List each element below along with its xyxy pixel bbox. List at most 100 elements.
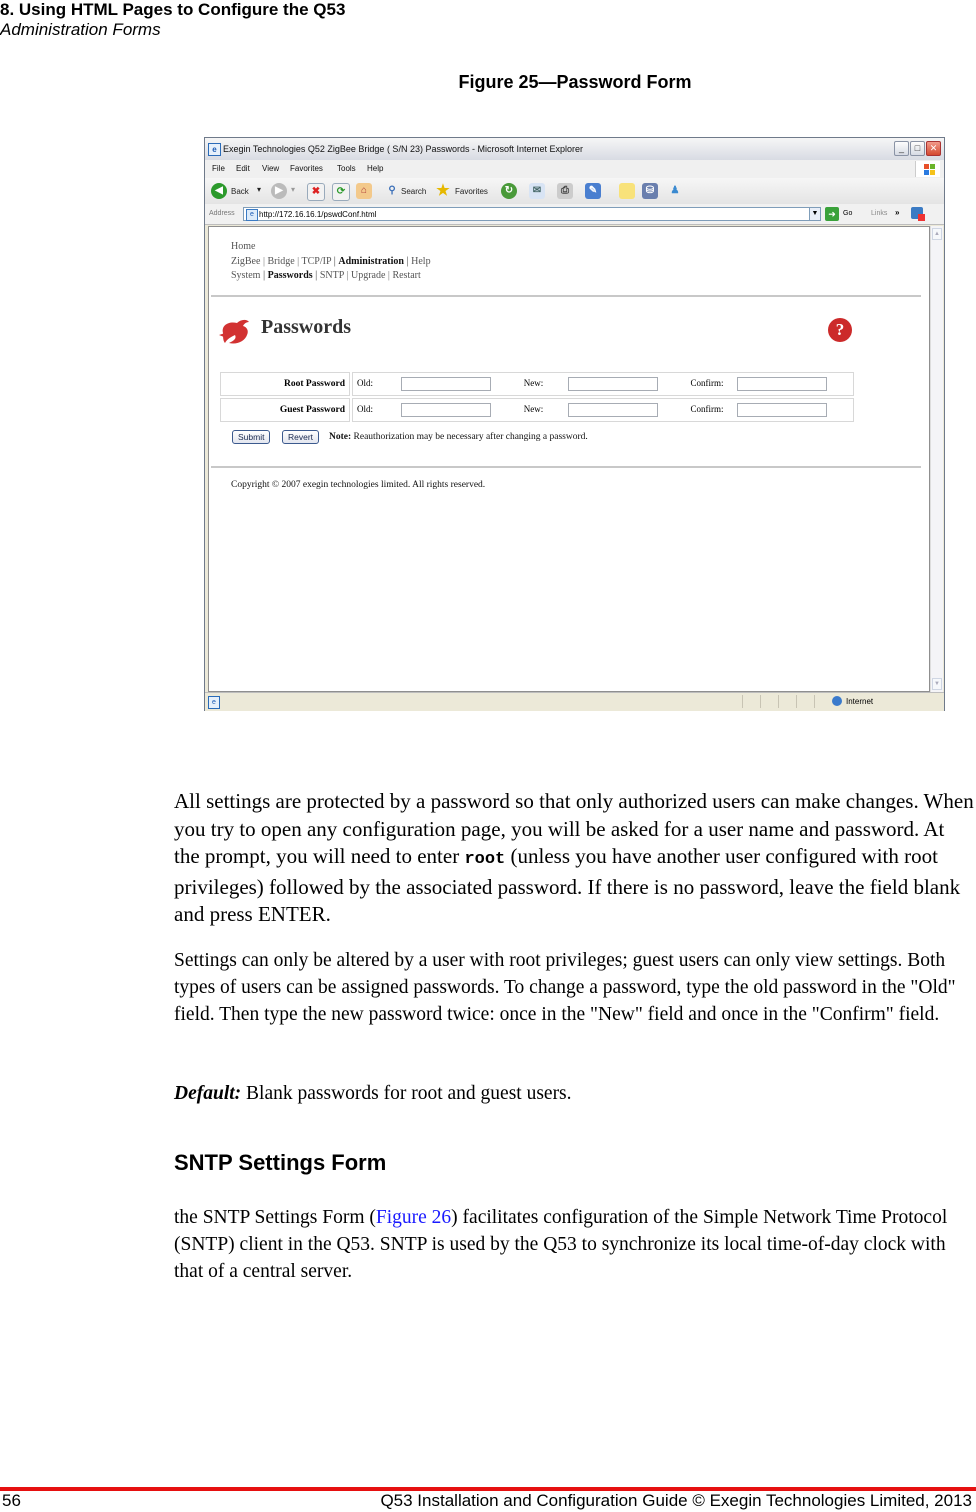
toolbar: ◀ Back ▾ ▶ ▾ ✖ ⟳ ⌂ ⚲ Search ★ Favorites … (205, 178, 944, 205)
window-title: Exegin Technologies Q52 ZigBee Bridge ( … (223, 144, 583, 154)
back-button-label[interactable]: Back (231, 187, 249, 196)
guest-confirm-password-input[interactable] (736, 403, 827, 417)
new-label: New: (523, 404, 544, 415)
section-heading: Administration Forms (0, 20, 161, 39)
refresh-icon[interactable]: ⟳ (332, 183, 350, 201)
nav-tcpip[interactable]: TCP/IP (302, 256, 332, 267)
guest-old-password-input[interactable] (401, 403, 492, 417)
nav-help[interactable]: Help (411, 256, 430, 267)
go-button[interactable]: Go (843, 210, 852, 217)
paragraph-sntp: the SNTP Settings Form (Figure 26) facil… (174, 1207, 948, 1282)
footer-text: Q53 Installation and Configuration Guide… (380, 1491, 972, 1510)
paragraph-password-intro: All settings are protected by a password… (174, 789, 974, 926)
menu-edit[interactable]: Edit (236, 164, 250, 173)
favorites-star-icon[interactable]: ★ (435, 183, 451, 199)
maximize-button[interactable]: □ (910, 141, 925, 156)
edit-icon[interactable]: ✎ (585, 183, 601, 199)
address-bar: Address e http://172.16.16.1/pswdConf.ht… (205, 204, 944, 225)
page-status-icon: e (208, 696, 220, 709)
confirm-label: Confirm: (690, 404, 724, 415)
menu-bar: File Edit View Favorites Tools Help (205, 160, 944, 179)
figure-26-link[interactable]: Figure 26 (376, 1207, 451, 1228)
address-dropdown-icon[interactable]: ▼ (809, 207, 821, 221)
menu-view[interactable]: View (262, 164, 279, 173)
url-text[interactable]: http://172.16.16.1/pswdConf.html (259, 210, 376, 219)
messenger-icon[interactable]: ♟ (667, 183, 683, 199)
row-label: Guest Password (220, 398, 350, 422)
nav-sntp[interactable]: SNTP (320, 270, 344, 281)
search-button-label[interactable]: Search (401, 187, 426, 196)
nav-passwords[interactable]: Passwords (268, 270, 313, 281)
address-input[interactable]: e http://172.16.16.1/pswdConf.html (243, 207, 821, 221)
old-label: Old: (357, 378, 374, 389)
default-label: Default: (174, 1083, 242, 1104)
browser-window: e Exegin Technologies Q52 ZigBee Bridge … (204, 137, 945, 711)
menu-file[interactable]: File (212, 164, 225, 173)
nav-home[interactable]: Home (231, 241, 255, 252)
research-icon[interactable]: ⛁ (642, 183, 658, 199)
favorites-button-label[interactable]: Favorites (455, 187, 488, 196)
address-label: Address (209, 210, 235, 217)
webpage-viewport: Home ZigBee | Bridge | TCP/IP | Administ… (208, 226, 930, 692)
nav-administration[interactable]: Administration (338, 256, 404, 267)
new-label: New: (523, 378, 544, 389)
back-dropdown-icon[interactable]: ▾ (257, 185, 261, 194)
nav-restart[interactable]: Restart (392, 270, 420, 281)
paragraph-password-change: Settings can only be altered by a user w… (174, 950, 956, 1025)
password-table: Root Password Old: New: Confirm: Guest P… (218, 370, 856, 424)
links-chevron-icon[interactable]: » (895, 208, 899, 217)
go-arrow-icon[interactable]: ➜ (825, 207, 839, 221)
home-icon[interactable]: ⌂ (356, 183, 372, 199)
note-text: Note: Reauthorization may be necessary a… (329, 432, 588, 442)
stop-icon[interactable]: ✖ (307, 183, 325, 201)
scroll-down-icon[interactable]: ▼ (932, 678, 942, 690)
help-icon[interactable]: ? (828, 318, 852, 342)
table-row: Root Password Old: New: Confirm: (220, 372, 854, 396)
back-arrow-icon[interactable]: ◀ (211, 183, 227, 199)
note-label: Note: (329, 432, 352, 442)
menu-tools[interactable]: Tools (337, 164, 356, 173)
ie-page-icon: e (208, 143, 221, 156)
root-old-password-input[interactable] (401, 377, 492, 391)
menu-favorites[interactable]: Favorites (290, 164, 323, 173)
nav-divider (211, 295, 921, 297)
exegin-lizard-logo-icon (219, 319, 249, 344)
acrobat-extension-icon[interactable] (911, 207, 925, 221)
nav-zigbee[interactable]: ZigBee (231, 256, 260, 267)
mail-icon[interactable]: ✉ (529, 183, 545, 199)
nav-bridge[interactable]: Bridge (267, 256, 294, 267)
minimize-button[interactable]: _ (894, 141, 909, 156)
nav-system[interactable]: System (231, 270, 260, 281)
paragraph-default: Default: Blank passwords for root and gu… (174, 1083, 572, 1104)
links-label[interactable]: Links (871, 210, 887, 217)
figure-caption: Figure 25—Password Form (458, 72, 692, 92)
submit-button[interactable]: Submit (232, 430, 271, 444)
history-icon[interactable]: ↻ (501, 183, 517, 199)
close-button[interactable]: ✕ (926, 141, 941, 156)
root-confirm-password-input[interactable] (736, 377, 827, 391)
search-icon[interactable]: ⚲ (384, 183, 400, 199)
forward-arrow-icon[interactable]: ▶ (271, 183, 287, 199)
print-icon[interactable]: ⎙ (557, 183, 573, 199)
note-icon[interactable] (619, 183, 635, 199)
nav-upgrade[interactable]: Upgrade (351, 270, 385, 281)
scroll-up-icon[interactable]: ▲ (932, 228, 942, 240)
guest-new-password-input[interactable] (568, 403, 659, 417)
menu-help[interactable]: Help (367, 164, 383, 173)
page-title: Passwords (261, 316, 352, 338)
root-username-code: root (464, 850, 506, 869)
revert-button[interactable]: Revert (282, 430, 320, 444)
row-label: Root Password (220, 372, 350, 396)
chapter-heading: 8. Using HTML Pages to Configure the Q53 (0, 0, 346, 19)
vertical-scrollbar[interactable]: ▲ ▼ (930, 226, 943, 692)
footer-divider (211, 466, 921, 468)
section-heading-sntp: SNTP Settings Form (174, 1150, 387, 1175)
status-bar: e Internet (205, 692, 944, 711)
windows-logo-icon (915, 161, 940, 177)
site-nav: Home ZigBee | Bridge | TCP/IP | Administ… (231, 241, 431, 281)
title-bar: e Exegin Technologies Q52 ZigBee Bridge … (205, 138, 944, 161)
root-new-password-input[interactable] (568, 377, 659, 391)
table-row: Guest Password Old: New: Confirm: (220, 398, 854, 422)
confirm-label: Confirm: (690, 378, 724, 389)
forward-dropdown-icon[interactable]: ▾ (291, 185, 295, 194)
